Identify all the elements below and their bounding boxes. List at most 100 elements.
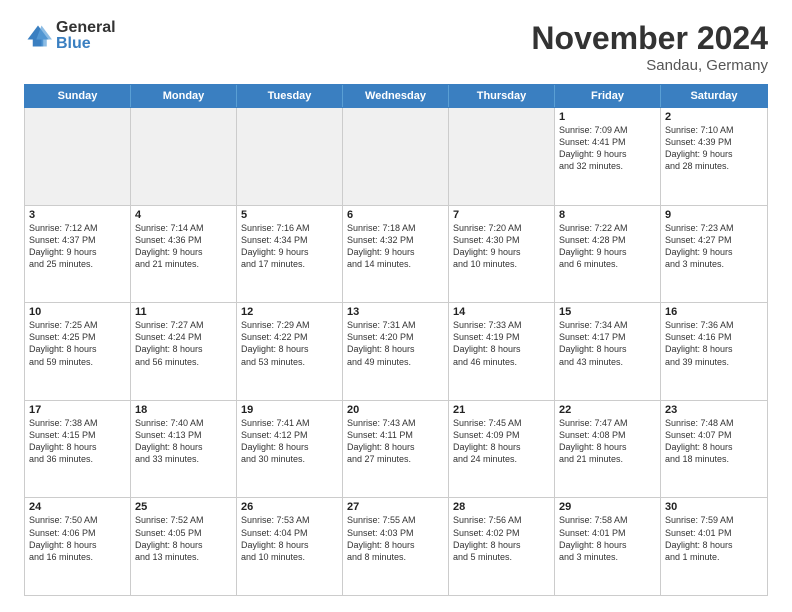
day-cell-24: 24Sunrise: 7:50 AM Sunset: 4:06 PM Dayli…	[25, 498, 131, 595]
day-info: Sunrise: 7:20 AM Sunset: 4:30 PM Dayligh…	[453, 222, 550, 271]
calendar-header: SundayMondayTuesdayWednesdayThursdayFrid…	[24, 84, 768, 108]
day-number: 20	[347, 404, 444, 416]
logo: General Blue	[24, 20, 116, 52]
day-info: Sunrise: 7:45 AM Sunset: 4:09 PM Dayligh…	[453, 417, 550, 466]
day-info: Sunrise: 7:38 AM Sunset: 4:15 PM Dayligh…	[29, 417, 126, 466]
day-cell-2: 2Sunrise: 7:10 AM Sunset: 4:39 PM Daylig…	[661, 108, 767, 205]
month-title: November 2024	[531, 20, 768, 57]
day-cell-23: 23Sunrise: 7:48 AM Sunset: 4:07 PM Dayli…	[661, 401, 767, 498]
header-day-saturday: Saturday	[661, 85, 767, 107]
day-cell-5: 5Sunrise: 7:16 AM Sunset: 4:34 PM Daylig…	[237, 206, 343, 303]
day-info: Sunrise: 7:59 AM Sunset: 4:01 PM Dayligh…	[665, 514, 763, 563]
day-number: 2	[665, 111, 763, 123]
day-info: Sunrise: 7:36 AM Sunset: 4:16 PM Dayligh…	[665, 319, 763, 368]
header-day-monday: Monday	[131, 85, 237, 107]
day-info: Sunrise: 7:18 AM Sunset: 4:32 PM Dayligh…	[347, 222, 444, 271]
day-number: 8	[559, 209, 656, 221]
empty-cell	[25, 108, 131, 205]
day-info: Sunrise: 7:33 AM Sunset: 4:19 PM Dayligh…	[453, 319, 550, 368]
empty-cell	[131, 108, 237, 205]
day-number: 19	[241, 404, 338, 416]
day-cell-4: 4Sunrise: 7:14 AM Sunset: 4:36 PM Daylig…	[131, 206, 237, 303]
header-day-thursday: Thursday	[449, 85, 555, 107]
day-info: Sunrise: 7:27 AM Sunset: 4:24 PM Dayligh…	[135, 319, 232, 368]
day-number: 28	[453, 501, 550, 513]
header-day-wednesday: Wednesday	[343, 85, 449, 107]
day-cell-21: 21Sunrise: 7:45 AM Sunset: 4:09 PM Dayli…	[449, 401, 555, 498]
day-number: 25	[135, 501, 232, 513]
day-cell-28: 28Sunrise: 7:56 AM Sunset: 4:02 PM Dayli…	[449, 498, 555, 595]
calendar-body: 1Sunrise: 7:09 AM Sunset: 4:41 PM Daylig…	[24, 108, 768, 596]
day-info: Sunrise: 7:10 AM Sunset: 4:39 PM Dayligh…	[665, 124, 763, 173]
day-number: 10	[29, 306, 126, 318]
day-number: 30	[665, 501, 763, 513]
day-number: 24	[29, 501, 126, 513]
logo-text: General Blue	[56, 20, 116, 52]
day-cell-11: 11Sunrise: 7:27 AM Sunset: 4:24 PM Dayli…	[131, 303, 237, 400]
day-cell-1: 1Sunrise: 7:09 AM Sunset: 4:41 PM Daylig…	[555, 108, 661, 205]
day-number: 17	[29, 404, 126, 416]
day-info: Sunrise: 7:41 AM Sunset: 4:12 PM Dayligh…	[241, 417, 338, 466]
day-info: Sunrise: 7:22 AM Sunset: 4:28 PM Dayligh…	[559, 222, 656, 271]
day-number: 11	[135, 306, 232, 318]
day-cell-19: 19Sunrise: 7:41 AM Sunset: 4:12 PM Dayli…	[237, 401, 343, 498]
page: General Blue November 2024 Sandau, Germa…	[0, 0, 792, 612]
day-cell-8: 8Sunrise: 7:22 AM Sunset: 4:28 PM Daylig…	[555, 206, 661, 303]
day-info: Sunrise: 7:43 AM Sunset: 4:11 PM Dayligh…	[347, 417, 444, 466]
day-info: Sunrise: 7:16 AM Sunset: 4:34 PM Dayligh…	[241, 222, 338, 271]
day-number: 15	[559, 306, 656, 318]
day-cell-14: 14Sunrise: 7:33 AM Sunset: 4:19 PM Dayli…	[449, 303, 555, 400]
day-info: Sunrise: 7:09 AM Sunset: 4:41 PM Dayligh…	[559, 124, 656, 173]
day-cell-16: 16Sunrise: 7:36 AM Sunset: 4:16 PM Dayli…	[661, 303, 767, 400]
day-cell-17: 17Sunrise: 7:38 AM Sunset: 4:15 PM Dayli…	[25, 401, 131, 498]
day-number: 26	[241, 501, 338, 513]
day-number: 16	[665, 306, 763, 318]
day-cell-13: 13Sunrise: 7:31 AM Sunset: 4:20 PM Dayli…	[343, 303, 449, 400]
day-info: Sunrise: 7:12 AM Sunset: 4:37 PM Dayligh…	[29, 222, 126, 271]
day-number: 23	[665, 404, 763, 416]
day-number: 27	[347, 501, 444, 513]
day-cell-12: 12Sunrise: 7:29 AM Sunset: 4:22 PM Dayli…	[237, 303, 343, 400]
empty-cell	[343, 108, 449, 205]
day-info: Sunrise: 7:53 AM Sunset: 4:04 PM Dayligh…	[241, 514, 338, 563]
header-day-sunday: Sunday	[25, 85, 131, 107]
day-cell-9: 9Sunrise: 7:23 AM Sunset: 4:27 PM Daylig…	[661, 206, 767, 303]
day-info: Sunrise: 7:55 AM Sunset: 4:03 PM Dayligh…	[347, 514, 444, 563]
day-info: Sunrise: 7:50 AM Sunset: 4:06 PM Dayligh…	[29, 514, 126, 563]
day-number: 18	[135, 404, 232, 416]
week-row-1: 1Sunrise: 7:09 AM Sunset: 4:41 PM Daylig…	[25, 108, 767, 206]
day-info: Sunrise: 7:56 AM Sunset: 4:02 PM Dayligh…	[453, 514, 550, 563]
day-cell-6: 6Sunrise: 7:18 AM Sunset: 4:32 PM Daylig…	[343, 206, 449, 303]
day-info: Sunrise: 7:40 AM Sunset: 4:13 PM Dayligh…	[135, 417, 232, 466]
day-cell-22: 22Sunrise: 7:47 AM Sunset: 4:08 PM Dayli…	[555, 401, 661, 498]
day-info: Sunrise: 7:25 AM Sunset: 4:25 PM Dayligh…	[29, 319, 126, 368]
day-cell-29: 29Sunrise: 7:58 AM Sunset: 4:01 PM Dayli…	[555, 498, 661, 595]
day-cell-3: 3Sunrise: 7:12 AM Sunset: 4:37 PM Daylig…	[25, 206, 131, 303]
day-number: 7	[453, 209, 550, 221]
day-number: 21	[453, 404, 550, 416]
day-number: 4	[135, 209, 232, 221]
empty-cell	[237, 108, 343, 205]
logo-blue-text: Blue	[56, 36, 116, 52]
day-number: 5	[241, 209, 338, 221]
day-number: 3	[29, 209, 126, 221]
day-number: 12	[241, 306, 338, 318]
week-row-5: 24Sunrise: 7:50 AM Sunset: 4:06 PM Dayli…	[25, 498, 767, 595]
day-cell-20: 20Sunrise: 7:43 AM Sunset: 4:11 PM Dayli…	[343, 401, 449, 498]
day-info: Sunrise: 7:58 AM Sunset: 4:01 PM Dayligh…	[559, 514, 656, 563]
week-row-4: 17Sunrise: 7:38 AM Sunset: 4:15 PM Dayli…	[25, 401, 767, 499]
header-day-friday: Friday	[555, 85, 661, 107]
title-block: November 2024 Sandau, Germany	[531, 20, 768, 74]
day-info: Sunrise: 7:31 AM Sunset: 4:20 PM Dayligh…	[347, 319, 444, 368]
calendar: SundayMondayTuesdayWednesdayThursdayFrid…	[24, 84, 768, 596]
day-cell-15: 15Sunrise: 7:34 AM Sunset: 4:17 PM Dayli…	[555, 303, 661, 400]
day-info: Sunrise: 7:48 AM Sunset: 4:07 PM Dayligh…	[665, 417, 763, 466]
day-cell-7: 7Sunrise: 7:20 AM Sunset: 4:30 PM Daylig…	[449, 206, 555, 303]
day-cell-27: 27Sunrise: 7:55 AM Sunset: 4:03 PM Dayli…	[343, 498, 449, 595]
day-info: Sunrise: 7:29 AM Sunset: 4:22 PM Dayligh…	[241, 319, 338, 368]
day-number: 13	[347, 306, 444, 318]
header: General Blue November 2024 Sandau, Germa…	[24, 20, 768, 74]
day-info: Sunrise: 7:14 AM Sunset: 4:36 PM Dayligh…	[135, 222, 232, 271]
day-cell-10: 10Sunrise: 7:25 AM Sunset: 4:25 PM Dayli…	[25, 303, 131, 400]
day-number: 14	[453, 306, 550, 318]
